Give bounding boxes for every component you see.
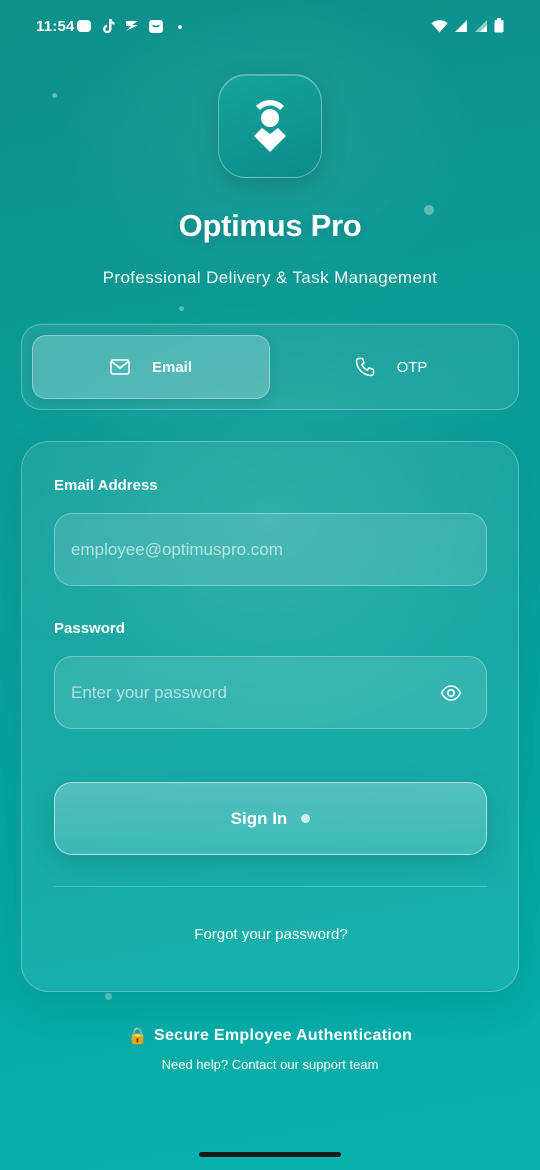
tab-email[interactable]: Email [32,335,270,399]
app-subtitle: Professional Delivery & Task Management [102,268,438,287]
app-logo [218,74,322,178]
signal-icon [475,19,487,32]
tiktok-icon [100,18,116,34]
support-link[interactable]: Need help? Contact our support team [0,1057,540,1072]
secure-auth-label: Secure Employee Authentication [153,1027,413,1044]
dot-icon [172,18,188,34]
wifi-icon [431,19,448,32]
tab-otp[interactable]: OTP [272,335,510,399]
email-label: Email Address [54,477,158,494]
password-field [54,656,487,729]
lock-icon: 🔒 [127,1028,148,1045]
battery-icon [494,18,504,33]
app-title: Optimus Pro [178,208,362,243]
divider [54,886,487,887]
messenger-icon [76,18,92,34]
sign-in-label: Sign In [230,808,288,828]
status-time: 11:54 [36,18,75,35]
status-bar: 11:54 [0,0,540,54]
shop-icon [148,18,164,34]
email-field [54,513,487,586]
login-method-tabs: Email OTP [21,324,519,410]
forgot-password-link[interactable]: Forgot your password? [22,926,520,943]
decorative-dot [105,993,112,1000]
plane-icon [124,18,140,34]
password-input[interactable] [71,657,431,728]
decorative-dot [52,93,57,98]
mail-icon [110,359,130,375]
sign-in-button[interactable]: Sign In [54,782,487,855]
tab-otp-label: OTP [396,358,428,376]
secure-auth-note: 🔒 Secure Employee Authentication [0,1026,540,1046]
phone-icon [355,357,374,377]
eye-icon[interactable] [440,682,462,704]
home-indicator[interactable] [199,1152,341,1157]
email-input[interactable] [71,514,431,585]
signal-icon [455,19,467,32]
password-label: Password [54,620,125,637]
decorative-dot [179,306,184,311]
loading-dot-icon [301,814,311,823]
login-card: Email Address Password Sign In Forgot yo… [21,441,519,992]
location-pin-icon [254,100,286,152]
tab-email-label: Email [151,358,193,376]
